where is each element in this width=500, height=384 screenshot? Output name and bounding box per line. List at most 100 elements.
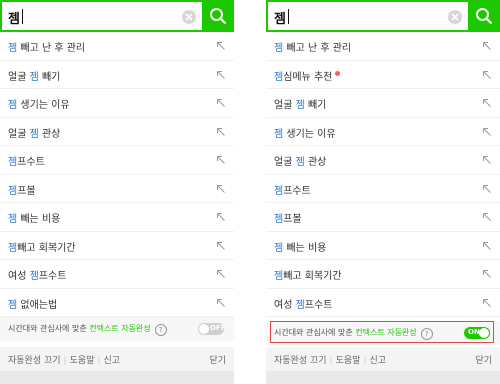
help-icon[interactable]: ? xyxy=(420,328,433,340)
suggestion-item[interactable]: 젬프볼 xyxy=(266,203,500,232)
suggestion-item[interactable]: 여성 젬프수트 xyxy=(266,289,500,317)
arrow-up-left-icon[interactable] xyxy=(216,184,226,194)
footer-bar: 자동완성 끄기 | 도움말 | 신고 닫기 xyxy=(266,347,500,371)
clear-icon[interactable] xyxy=(182,10,196,24)
arrow-up-left-icon[interactable] xyxy=(482,298,492,308)
arrow-up-left-icon[interactable] xyxy=(216,127,226,137)
search-input[interactable]: 젬 xyxy=(274,8,286,27)
suggestion-text: 젬 빼고 난 후 관리 xyxy=(274,43,352,54)
search-bar: 젬 xyxy=(266,0,500,32)
arrow-up-left-icon[interactable] xyxy=(482,269,492,279)
suggestion-list: 젬 빼고 난 후 관리젬심메뉴 추천얼굴 젬 빼기젬 생기는 이유얼굴 젬 관상… xyxy=(266,32,500,317)
arrow-up-left-icon[interactable] xyxy=(482,241,492,251)
text-cursor xyxy=(288,9,289,24)
suggestion-text: 젬빼고 회복기간 xyxy=(274,271,342,282)
autocomplete-panel-left: 젬 젬 빼고 난 후 관리 얼굴 젬 빼기 젬 생기는 이유 얼굴 젬 관상 젬프수트 젬… xyxy=(0,0,234,384)
suggestion-item[interactable]: 젬심메뉴 추천 xyxy=(266,61,500,89)
suggestion-item[interactable]: 젬 생기는 이유 xyxy=(266,118,500,146)
suggestion-item[interactable]: 젬빼고 회복기간 xyxy=(266,260,500,289)
arrow-up-left-icon[interactable] xyxy=(482,41,492,51)
arrow-up-left-icon[interactable] xyxy=(216,298,226,308)
suggestion-text: 젬빼고 회복기간 xyxy=(8,242,76,254)
suggestion-item[interactable]: 얼굴 젬 빼기 xyxy=(0,61,234,89)
suggestion-item[interactable]: 얼굴 젬 관상 xyxy=(266,146,500,175)
context-toggle[interactable]: ON xyxy=(464,327,490,339)
suggestion-text: 젬프볼 xyxy=(274,214,302,225)
suggestion-item[interactable]: 젬프수트 xyxy=(0,146,234,175)
search-input[interactable]: 젬 xyxy=(8,8,20,27)
arrow-up-left-icon[interactable] xyxy=(216,269,226,279)
search-bar: 젬 xyxy=(0,0,234,32)
context-autocomplete-label: 시간대와 관심사에 맞춘 컨텍스트 자동완성? xyxy=(8,323,167,336)
suggestion-text: 젬 빼는 비용 xyxy=(274,242,327,254)
context-autocomplete-label: 시간대와 관심사에 맞춘 컨텍스트 자동완성? xyxy=(274,327,433,340)
suggestion-text: 젬프수트 xyxy=(274,185,311,197)
suggestion-item[interactable]: 젬 빼는 비용 xyxy=(266,232,500,260)
help-link[interactable]: 도움말 xyxy=(70,356,95,366)
suggestion-text: 젬 없애는법 xyxy=(8,299,58,311)
disable-autocomplete-link[interactable]: 자동완성 끄기 xyxy=(274,356,327,366)
close-button[interactable]: 닫기 xyxy=(209,353,226,366)
arrow-up-left-icon[interactable] xyxy=(482,98,492,108)
arrow-up-left-icon[interactable] xyxy=(482,184,492,194)
suggestion-item[interactable]: 젬 빼고 난 후 관리 xyxy=(0,32,234,61)
suggestion-text: 여성 젬프수트 xyxy=(274,299,333,311)
disable-autocomplete-link[interactable]: 자동완성 끄기 xyxy=(8,356,61,366)
suggestion-text: 젬 빼고 난 후 관리 xyxy=(8,43,86,54)
suggestion-item[interactable]: 얼굴 젬 관상 xyxy=(0,118,234,146)
search-button[interactable] xyxy=(468,0,500,32)
search-icon xyxy=(210,8,227,25)
suggestion-item[interactable]: 젬 생기는 이유 xyxy=(0,89,234,118)
close-button[interactable]: 닫기 xyxy=(475,353,492,366)
suggestion-text: 젬프볼 xyxy=(8,185,36,197)
arrow-up-left-icon[interactable] xyxy=(216,70,226,80)
arrow-up-left-icon[interactable] xyxy=(216,41,226,51)
bottom-strip xyxy=(0,371,234,384)
arrow-up-left-icon[interactable] xyxy=(216,241,226,251)
report-link[interactable]: 신고 xyxy=(103,356,120,366)
toggle-knob xyxy=(199,324,209,334)
suggestion-text: 얼굴 젬 빼기 xyxy=(274,100,327,111)
suggestion-text: 젬 생기는 이유 xyxy=(274,128,336,140)
suggestion-text: 젬심메뉴 추천 xyxy=(274,68,341,83)
suggestion-item[interactable]: 얼굴 젬 빼기 xyxy=(266,89,500,118)
suggestion-text: 얼굴 젬 관상 xyxy=(274,157,327,168)
help-link[interactable]: 도움말 xyxy=(336,356,361,366)
arrow-up-left-icon[interactable] xyxy=(216,155,226,165)
suggestion-item[interactable]: 젬프볼 xyxy=(0,175,234,203)
arrow-up-left-icon[interactable] xyxy=(216,212,226,222)
suggestion-list: 젬 빼고 난 후 관리얼굴 젬 빼기젬 생기는 이유얼굴 젬 관상젬프수트젬프볼… xyxy=(0,32,234,317)
suggestion-item[interactable]: 젬 없애는법 xyxy=(0,289,234,317)
suggestion-text: 얼굴 젬 빼기 xyxy=(8,71,61,83)
suggestion-item[interactable]: 젬빼고 회복기간 xyxy=(0,232,234,260)
suggestion-text: 젬 빼는 비용 xyxy=(8,214,61,225)
context-toggle[interactable]: OFF xyxy=(198,323,226,335)
arrow-up-left-icon[interactable] xyxy=(482,212,492,222)
arrow-up-left-icon[interactable] xyxy=(482,155,492,165)
autocomplete-panel-right: 젬 젬 빼고 난 후 관리젬심메뉴 추천얼굴 젬 빼기젬 생기는 이유얼굴 젬 … xyxy=(266,0,500,384)
clear-icon[interactable] xyxy=(448,10,462,24)
toggle-state-label: OFF xyxy=(210,324,226,332)
report-link[interactable]: 신고 xyxy=(369,356,386,366)
toggle-knob xyxy=(479,328,489,338)
suggestion-text: 얼굴 젬 관상 xyxy=(8,128,61,140)
arrow-up-left-icon[interactable] xyxy=(482,127,492,137)
suggestion-item[interactable]: 젬프수트 xyxy=(266,175,500,203)
suggestion-item[interactable]: 여성 젬프수트 xyxy=(0,260,234,289)
suggestion-item[interactable]: 젬 빼는 비용 xyxy=(0,203,234,232)
bottom-strip xyxy=(266,371,500,384)
search-button[interactable] xyxy=(202,0,234,32)
footer-bar: 자동완성 끄기 | 도움말 | 신고 닫기 xyxy=(0,347,234,371)
arrow-up-left-icon[interactable] xyxy=(482,70,492,80)
suggestion-text: 젬 생기는 이유 xyxy=(8,100,70,111)
suggestion-text: 젬프수트 xyxy=(8,157,45,168)
suggestion-item[interactable]: 젬 빼고 난 후 관리 xyxy=(266,32,500,61)
suggestion-text: 여성 젬프수트 xyxy=(8,271,67,282)
context-autocomplete-bar: 시간대와 관심사에 맞춘 컨텍스트 자동완성? OFF xyxy=(0,317,234,341)
text-cursor xyxy=(22,9,23,24)
search-icon xyxy=(476,8,493,25)
new-badge-dot xyxy=(335,70,341,76)
context-autocomplete-bar: 시간대와 관심사에 맞춘 컨텍스트 자동완성? ON xyxy=(266,321,500,345)
arrow-up-left-icon[interactable] xyxy=(216,98,226,108)
help-icon[interactable]: ? xyxy=(154,324,167,336)
